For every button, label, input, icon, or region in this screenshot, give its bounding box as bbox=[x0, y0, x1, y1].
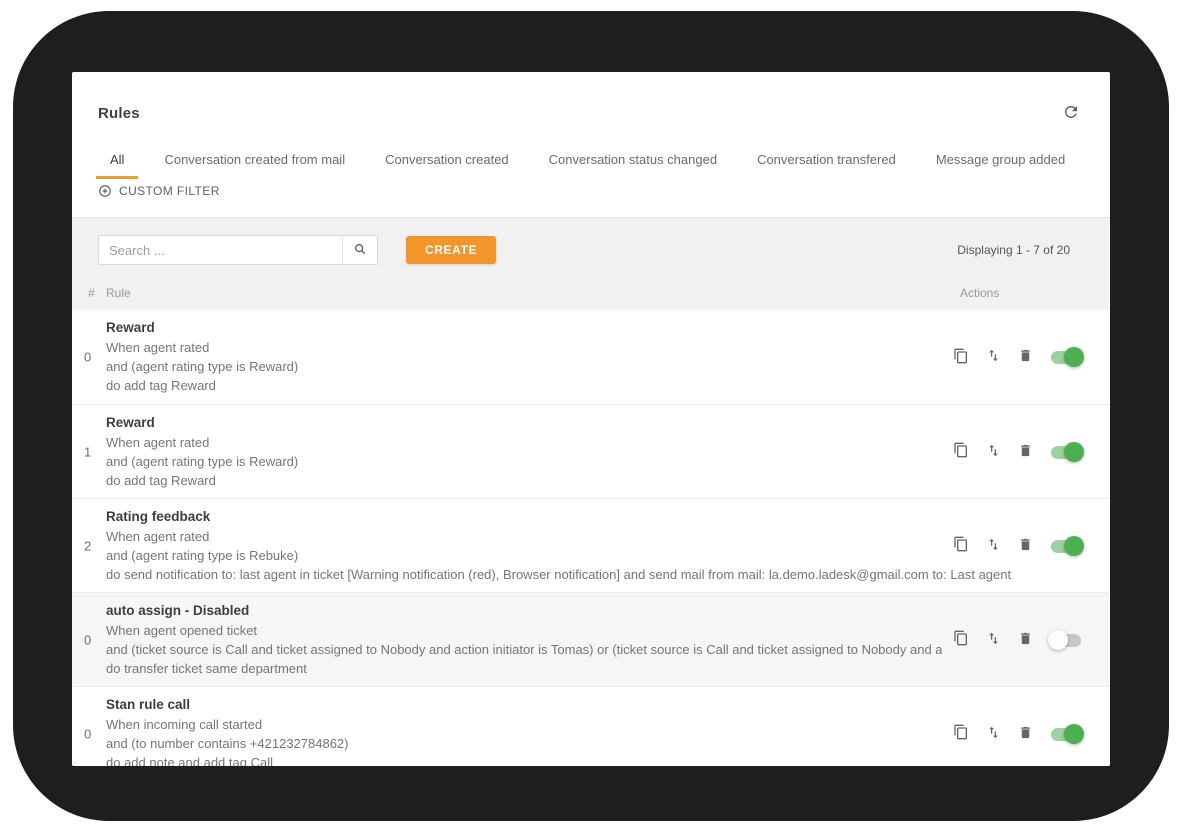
sort-icon bbox=[986, 631, 1001, 649]
rule-title: Reward bbox=[106, 318, 1106, 338]
copy-icon bbox=[953, 630, 969, 649]
column-index: # bbox=[88, 286, 106, 300]
copy-button[interactable] bbox=[952, 348, 970, 366]
rule-order-number: 0 bbox=[84, 350, 104, 365]
refresh-icon bbox=[1062, 103, 1080, 124]
rule-order-number: 0 bbox=[84, 726, 104, 741]
rule-title: Reward bbox=[106, 413, 1106, 433]
delete-button[interactable] bbox=[1016, 631, 1034, 649]
sort-icon bbox=[986, 725, 1001, 743]
copy-button[interactable] bbox=[952, 443, 970, 461]
page-background: Rules All Conversation created from mail C… bbox=[0, 0, 1182, 840]
page-title: Rules bbox=[98, 105, 140, 122]
create-button[interactable]: CREATE bbox=[406, 236, 496, 264]
copy-button[interactable] bbox=[952, 537, 970, 555]
toggle-knob bbox=[1064, 536, 1084, 556]
copy-button[interactable] bbox=[952, 725, 970, 743]
table-row[interactable]: 0 Reward When agent ratedand (agent rati… bbox=[72, 310, 1110, 404]
rule-title: Rating feedback bbox=[106, 507, 1106, 527]
enable-toggle[interactable] bbox=[1048, 536, 1084, 556]
title-row: Rules bbox=[72, 72, 1110, 124]
tab-conversation-transfered[interactable]: Conversation transfered bbox=[743, 146, 910, 179]
magnifier-icon bbox=[353, 242, 367, 259]
delete-icon bbox=[1018, 631, 1033, 649]
table-row[interactable]: 1 Reward When agent ratedand (agent rati… bbox=[72, 404, 1110, 498]
table-row[interactable]: 0 Stan rule call When incoming call star… bbox=[72, 686, 1110, 766]
delete-button[interactable] bbox=[1016, 348, 1034, 366]
reorder-button[interactable] bbox=[984, 631, 1002, 649]
table-row[interactable]: 2 Rating feedback When agent ratedand (a… bbox=[72, 498, 1110, 592]
tab-message-group-added[interactable]: Message group added bbox=[922, 146, 1079, 179]
enable-toggle[interactable] bbox=[1048, 442, 1084, 462]
tab-conversation-created[interactable]: Conversation created bbox=[371, 146, 523, 179]
delete-button[interactable] bbox=[1016, 725, 1034, 743]
rule-order-number: 1 bbox=[84, 444, 104, 459]
reorder-button[interactable] bbox=[984, 537, 1002, 555]
delete-icon bbox=[1018, 725, 1033, 743]
rule-order-number: 0 bbox=[84, 632, 104, 647]
filter-tabs: All Conversation created from mail Convers… bbox=[84, 146, 1110, 179]
copy-button[interactable] bbox=[952, 631, 970, 649]
rule-description-line: do add tag Reward bbox=[106, 471, 1106, 490]
sort-icon bbox=[986, 348, 1001, 366]
rule-description-line: do transfer ticket same department bbox=[106, 659, 1106, 678]
toolbar-band: CREATE Displaying 1 - 7 of 20 # Rule Act… bbox=[72, 218, 1110, 310]
rule-description-line: do add tag Reward bbox=[106, 376, 1106, 395]
column-rule: Rule bbox=[106, 286, 131, 300]
pagination-status: Displaying 1 - 7 of 20 bbox=[957, 243, 1070, 257]
copy-icon bbox=[953, 536, 969, 555]
toggle-knob bbox=[1048, 630, 1068, 650]
copy-icon bbox=[953, 724, 969, 743]
delete-icon bbox=[1018, 348, 1033, 366]
copy-icon bbox=[953, 442, 969, 461]
refresh-button[interactable] bbox=[1060, 102, 1082, 124]
enable-toggle[interactable] bbox=[1048, 724, 1084, 744]
toggle-knob bbox=[1064, 724, 1084, 744]
rule-title: Stan rule call bbox=[106, 695, 1106, 715]
reorder-button[interactable] bbox=[984, 348, 1002, 366]
panel-header: Rules All Conversation created from mail C… bbox=[72, 72, 1110, 218]
toggle-knob bbox=[1064, 347, 1084, 367]
enable-toggle[interactable] bbox=[1048, 630, 1084, 650]
custom-filter-button[interactable]: CUSTOM FILTER bbox=[98, 184, 220, 198]
row-actions bbox=[942, 340, 1084, 374]
row-actions bbox=[942, 435, 1084, 469]
table-header: # Rule Actions bbox=[72, 286, 1110, 300]
reorder-button[interactable] bbox=[984, 725, 1002, 743]
rule-order-number: 2 bbox=[84, 538, 104, 553]
row-actions bbox=[942, 717, 1084, 751]
row-actions bbox=[942, 623, 1084, 657]
circle-plus-icon bbox=[98, 184, 112, 198]
search-input[interactable] bbox=[99, 236, 342, 264]
search-button[interactable] bbox=[342, 236, 377, 264]
tab-conversation-status-changed[interactable]: Conversation status changed bbox=[535, 146, 731, 179]
rule-title: auto assign - Disabled bbox=[106, 601, 1106, 621]
column-actions: Actions bbox=[960, 286, 1084, 300]
sort-icon bbox=[986, 537, 1001, 555]
rules-panel: Rules All Conversation created from mail C… bbox=[72, 72, 1110, 766]
tab-all[interactable]: All bbox=[96, 146, 138, 179]
delete-icon bbox=[1018, 537, 1033, 555]
delete-icon bbox=[1018, 443, 1033, 461]
rule-description-line: do send notification to: last agent in t… bbox=[106, 565, 1106, 584]
enable-toggle[interactable] bbox=[1048, 347, 1084, 367]
delete-button[interactable] bbox=[1016, 537, 1034, 555]
rules-list: 0 Reward When agent ratedand (agent rati… bbox=[72, 310, 1110, 766]
copy-icon bbox=[953, 348, 969, 367]
custom-filter-label: CUSTOM FILTER bbox=[119, 184, 220, 198]
delete-button[interactable] bbox=[1016, 443, 1034, 461]
toggle-knob bbox=[1064, 442, 1084, 462]
table-row[interactable]: 0 auto assign - Disabled When agent open… bbox=[72, 592, 1110, 686]
sort-icon bbox=[986, 443, 1001, 461]
rule-description-line: do add note and add tag Call bbox=[106, 753, 1106, 766]
row-actions bbox=[942, 529, 1084, 563]
tab-conversation-created-from-mail[interactable]: Conversation created from mail bbox=[150, 146, 359, 179]
reorder-button[interactable] bbox=[984, 443, 1002, 461]
toolbar: CREATE Displaying 1 - 7 of 20 bbox=[72, 218, 1110, 265]
search-group bbox=[98, 235, 378, 265]
